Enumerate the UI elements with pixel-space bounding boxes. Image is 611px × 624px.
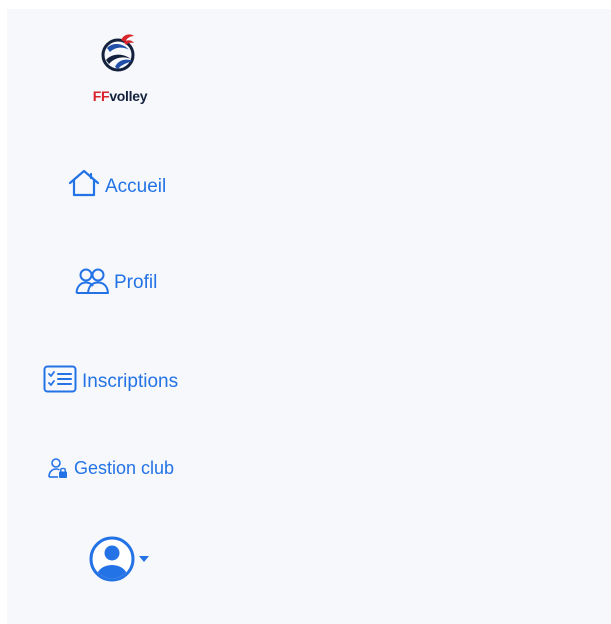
nav-item-profil[interactable]: Profil bbox=[75, 264, 157, 298]
logo-wordmark-ff: FF bbox=[92, 88, 110, 104]
ffvolley-logo[interactable]: FFvolley bbox=[85, 33, 155, 113]
logo-wordmark: FFvolley bbox=[85, 88, 155, 104]
user-lock-icon bbox=[48, 458, 67, 478]
nav-item-inscriptions-label: Inscriptions bbox=[82, 371, 179, 392]
logo-wordmark-volley: volley bbox=[109, 88, 148, 104]
caret-down-icon bbox=[139, 556, 149, 562]
user-menu-toggle[interactable] bbox=[89, 536, 149, 582]
home-icon bbox=[68, 169, 100, 197]
nav-item-accueil-label: Accueil bbox=[105, 176, 167, 197]
sidebar: FFvolley Accueil Profil Inscriptions Ges… bbox=[7, 9, 611, 624]
volleyball-logo-icon bbox=[101, 34, 135, 72]
user-circle-icon bbox=[89, 536, 135, 582]
nav-item-accueil[interactable]: Accueil bbox=[67, 166, 166, 200]
nav-item-gestion-club[interactable]: Gestion club bbox=[48, 454, 174, 482]
nav-item-gestion-club-label: Gestion club bbox=[74, 457, 175, 478]
checklist-icon bbox=[43, 365, 77, 393]
users-icon bbox=[75, 268, 109, 294]
nav-item-inscriptions[interactable]: Inscriptions bbox=[43, 361, 178, 397]
nav-item-profil-label: Profil bbox=[114, 272, 158, 293]
